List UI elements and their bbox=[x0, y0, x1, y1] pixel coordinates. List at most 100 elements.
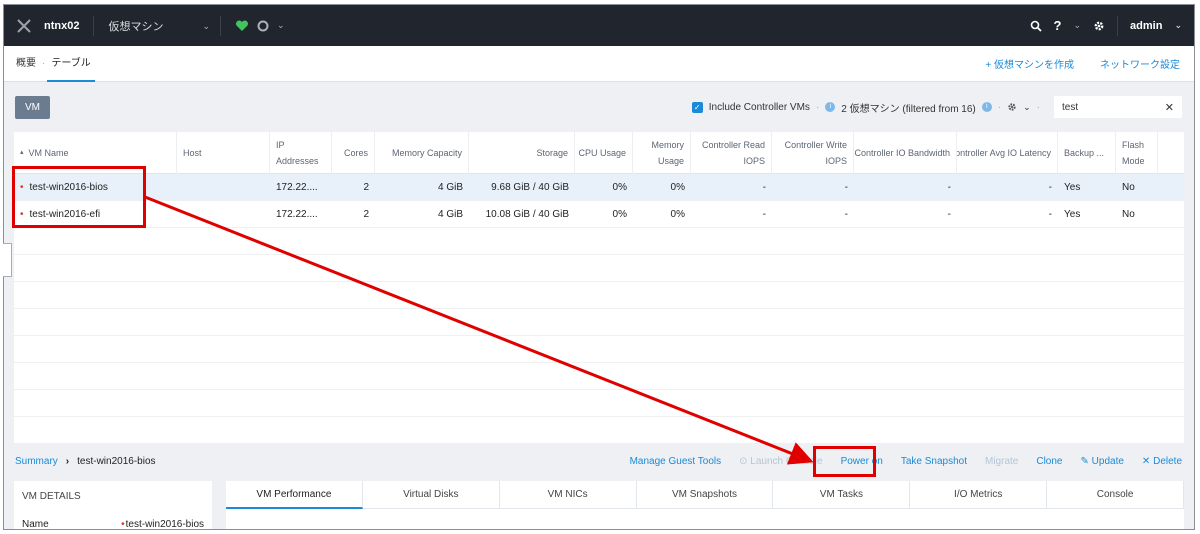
health-status[interactable]: ⌄ bbox=[221, 19, 285, 32]
app-frame: ntnx02 仮想マシン ⌄ ⌄ ? ⌄ admin ⌄ 概要 · テーブル +… bbox=[3, 4, 1195, 530]
separator-dot: · bbox=[1036, 101, 1040, 113]
read-iops-cell: - bbox=[762, 181, 766, 193]
backup-cell: Yes bbox=[1064, 208, 1081, 220]
empty-row bbox=[14, 390, 1184, 417]
col-ip-addresses[interactable]: IP Addresses bbox=[270, 131, 332, 174]
table-row[interactable]: • test-win2016-efi 172.22.... 2 4 GiB 10.… bbox=[14, 201, 1184, 228]
search-value: test bbox=[1062, 101, 1079, 113]
alert-circle-icon bbox=[257, 20, 269, 31]
separator-dot: · bbox=[815, 101, 820, 113]
help-icon[interactable]: ? bbox=[1054, 18, 1062, 33]
col-memory-capacity[interactable]: Memory Capacity bbox=[375, 131, 469, 174]
top-bar: ntnx02 仮想マシン ⌄ ⌄ ? ⌄ admin ⌄ bbox=[4, 5, 1194, 46]
tab-vm-snapshots[interactable]: VM Snapshots bbox=[636, 481, 774, 509]
col-flash-mode[interactable]: Flash Mode bbox=[1116, 131, 1158, 174]
col-controller-io-bandwidth[interactable]: Controller IO Bandwidth bbox=[854, 131, 957, 174]
chevron-down-icon[interactable]: ⌄ bbox=[1023, 102, 1031, 113]
detail-key: Name bbox=[22, 519, 49, 530]
gear-icon[interactable] bbox=[1093, 20, 1105, 32]
vm-table: ▴ VM Name Host IP Addresses Cores Memory … bbox=[14, 131, 1184, 444]
clear-search-icon[interactable]: ✕ bbox=[1165, 101, 1174, 114]
col-backup[interactable]: Backup ... bbox=[1058, 131, 1116, 174]
empty-row bbox=[14, 228, 1184, 255]
tab-console[interactable]: Console bbox=[1047, 481, 1185, 509]
storage-cell: 9.68 GiB / 40 GiB bbox=[491, 181, 569, 193]
col-controller-write-iops[interactable]: Controller Write IOPS bbox=[772, 131, 854, 174]
network-config-link[interactable]: ネットワーク設定 bbox=[1100, 56, 1180, 71]
tab-virtual-disks[interactable]: Virtual Disks bbox=[362, 481, 500, 509]
create-vm-link[interactable]: + 仮想マシンを作成 bbox=[985, 56, 1074, 71]
chevron-down-icon: ⌄ bbox=[277, 20, 285, 30]
ip-cell: 172.22.... bbox=[276, 181, 318, 193]
table-row[interactable]: • test-win2016-bios 172.22.... 2 4 GiB 9.… bbox=[14, 174, 1184, 201]
section-selector[interactable]: 仮想マシン bbox=[94, 18, 192, 34]
info-icon[interactable]: i bbox=[825, 102, 836, 112]
breadcrumb-current: test-win2016-bios bbox=[77, 456, 156, 467]
cores-cell: 2 bbox=[363, 208, 369, 220]
tab-table[interactable]: テーブル bbox=[47, 46, 95, 82]
launch-console-button[interactable]: ⊙ Launch Console bbox=[739, 456, 822, 467]
heart-icon bbox=[236, 19, 249, 31]
vm-button[interactable]: VM bbox=[15, 95, 50, 119]
tab-vm-performance[interactable]: VM Performance bbox=[226, 481, 363, 509]
io-bandwidth-cell: - bbox=[947, 208, 951, 220]
separator-dot: · bbox=[997, 101, 1002, 113]
close-icon: ✕ bbox=[1141, 456, 1154, 467]
col-memory-usage[interactable]: Memory Usage bbox=[633, 131, 691, 174]
summary-link[interactable]: Summary bbox=[15, 456, 58, 467]
storage-cell: 10.08 GiB / 40 GiB bbox=[485, 208, 569, 220]
flash-mode-cell: No bbox=[1122, 181, 1135, 193]
col-controller-read-iops[interactable]: Controller Read IOPS bbox=[691, 131, 772, 174]
flash-mode-cell: No bbox=[1122, 208, 1135, 220]
empty-row bbox=[14, 417, 1184, 444]
delete-button[interactable]: ✕ Delete bbox=[1142, 456, 1182, 467]
take-snapshot-button[interactable]: Take Snapshot bbox=[901, 456, 967, 467]
col-host[interactable]: Host bbox=[177, 131, 270, 174]
cluster-name[interactable]: ntnx02 bbox=[44, 15, 95, 36]
col-cpu-usage[interactable]: CPU Usage bbox=[575, 131, 633, 174]
user-menu[interactable]: admin bbox=[1117, 15, 1162, 36]
tab-vm-tasks[interactable]: VM Tasks bbox=[773, 481, 911, 509]
col-controller-avg-io-latency[interactable]: Controller Avg IO Latency bbox=[957, 131, 1058, 174]
tab-io-metrics[interactable]: I/O Metrics bbox=[910, 481, 1048, 509]
sub-navigation: 概要 · テーブル + 仮想マシンを作成 ネットワーク設定 bbox=[4, 46, 1194, 82]
chevron-right-icon: › bbox=[65, 456, 70, 467]
search-input[interactable]: test ✕ bbox=[1054, 96, 1182, 118]
io-bandwidth-cell: - bbox=[947, 181, 951, 193]
tab-overview[interactable]: 概要 bbox=[12, 46, 40, 82]
empty-row bbox=[14, 336, 1184, 363]
nutanix-logo-icon[interactable] bbox=[4, 18, 44, 33]
info-icon[interactable]: i bbox=[981, 102, 992, 112]
io-latency-cell: - bbox=[1048, 208, 1052, 220]
col-storage[interactable]: Storage bbox=[469, 131, 575, 174]
manage-guest-tools-button[interactable]: Manage Guest Tools bbox=[630, 456, 722, 467]
memory-usage-cell: 0% bbox=[670, 208, 685, 220]
detail-value: test-win2016-bios bbox=[125, 519, 204, 530]
empty-row bbox=[14, 309, 1184, 336]
clone-button[interactable]: Clone bbox=[1036, 456, 1062, 467]
top-right-controls: ? ⌄ admin ⌄ bbox=[1030, 15, 1194, 36]
memory-usage-cell: 0% bbox=[670, 181, 685, 193]
table-header-row: ▴ VM Name Host IP Addresses Cores Memory … bbox=[14, 131, 1184, 174]
write-iops-cell: - bbox=[844, 181, 848, 193]
read-iops-cell: - bbox=[762, 208, 766, 220]
chevron-down-icon[interactable]: ⌄ bbox=[192, 15, 222, 36]
filter-controls: ✓ Include Controller VMs · i 2 仮想マシン (fi… bbox=[691, 96, 1194, 118]
tab-separator: · bbox=[42, 58, 46, 69]
gear-icon[interactable] bbox=[1007, 102, 1017, 112]
chevron-down-icon: ⌄ bbox=[1174, 20, 1182, 30]
col-cores[interactable]: Cores bbox=[332, 131, 375, 174]
cores-cell: 2 bbox=[363, 181, 369, 193]
empty-row bbox=[14, 255, 1184, 282]
console-icon: ⊙ bbox=[739, 456, 751, 467]
tab-vm-nics[interactable]: VM NICs bbox=[499, 481, 637, 509]
vm-name-detail: Name •test-win2016-bios bbox=[22, 519, 204, 530]
search-icon[interactable] bbox=[1030, 20, 1042, 32]
include-controller-checkbox[interactable]: ✓ bbox=[691, 101, 703, 113]
power-off-status-icon: • bbox=[121, 519, 125, 530]
sidebar-collapse-handle[interactable] bbox=[3, 243, 12, 277]
migrate-button[interactable]: Migrate bbox=[985, 456, 1018, 467]
update-button[interactable]: ✎ Update bbox=[1081, 456, 1124, 467]
write-iops-cell: - bbox=[844, 208, 848, 220]
detail-tabs: VM Performance Virtual Disks VM NICs VM … bbox=[226, 481, 1185, 529]
